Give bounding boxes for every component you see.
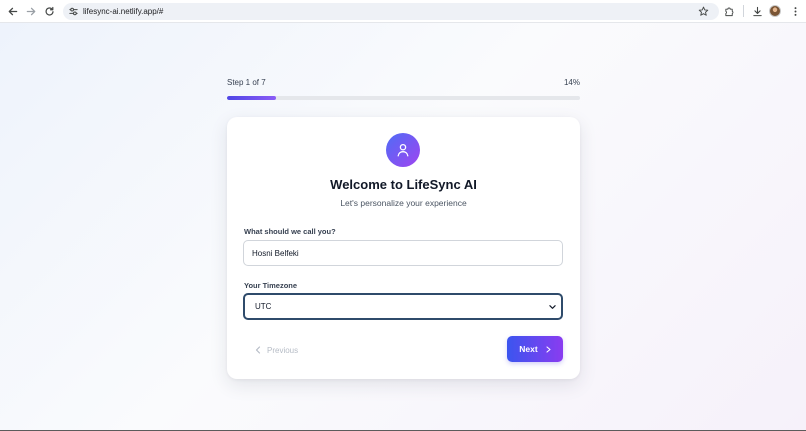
three-dots-icon xyxy=(794,6,796,16)
chrome-menu-button[interactable] xyxy=(788,4,802,18)
user-avatar-badge xyxy=(386,133,420,167)
downloads-button[interactable] xyxy=(750,4,764,18)
reload-button[interactable] xyxy=(41,3,57,19)
extensions-button[interactable] xyxy=(722,4,736,18)
arrow-left-icon xyxy=(8,7,17,15)
back-button[interactable] xyxy=(4,3,20,19)
page-viewport: Step 1 of 7 14% Welcome to LifeSync AI L… xyxy=(0,23,806,431)
card-title: Welcome to LifeSync AI xyxy=(330,177,477,192)
profile-avatar[interactable] xyxy=(769,5,781,17)
toolbar-divider xyxy=(743,5,744,17)
star-icon[interactable] xyxy=(698,6,709,17)
chevron-left-icon xyxy=(255,346,261,354)
arrow-right-icon xyxy=(26,7,35,15)
timezone-selected-value: UTC xyxy=(255,302,272,311)
url-text[interactable]: lifesync-ai.netlify.app/# xyxy=(83,6,163,17)
chevron-down-icon xyxy=(549,305,556,309)
progress-percentage: 14% xyxy=(563,78,580,87)
chevron-right-icon xyxy=(546,345,551,353)
progress-bar xyxy=(227,96,580,100)
reload-icon xyxy=(44,6,54,16)
next-button-label: Next xyxy=(519,344,538,354)
previous-button[interactable]: Previous xyxy=(255,342,298,358)
user-icon xyxy=(397,143,409,157)
progress-bar-fill xyxy=(227,96,277,100)
name-input[interactable] xyxy=(243,240,563,266)
name-field-label: What should we call you? xyxy=(244,227,336,236)
download-icon xyxy=(752,6,762,16)
puzzle-icon xyxy=(724,7,733,16)
address-bar[interactable]: lifesync-ai.netlify.app/# xyxy=(63,3,719,20)
card-subtitle: Let's personalize your experience xyxy=(340,198,467,208)
forward-button[interactable] xyxy=(23,3,39,19)
timezone-field-label: Your Timezone xyxy=(244,281,298,290)
next-button[interactable]: Next xyxy=(507,336,563,362)
step-indicator: Step 1 of 7 xyxy=(227,78,266,87)
onboarding-card: Welcome to LifeSync AI Let's personalize… xyxy=(227,117,580,379)
tune-icon[interactable] xyxy=(68,6,79,17)
timezone-select[interactable]: UTC xyxy=(243,293,563,320)
previous-button-label: Previous xyxy=(267,345,299,355)
browser-toolbar: lifesync-ai.netlify.app/# xyxy=(0,0,806,23)
